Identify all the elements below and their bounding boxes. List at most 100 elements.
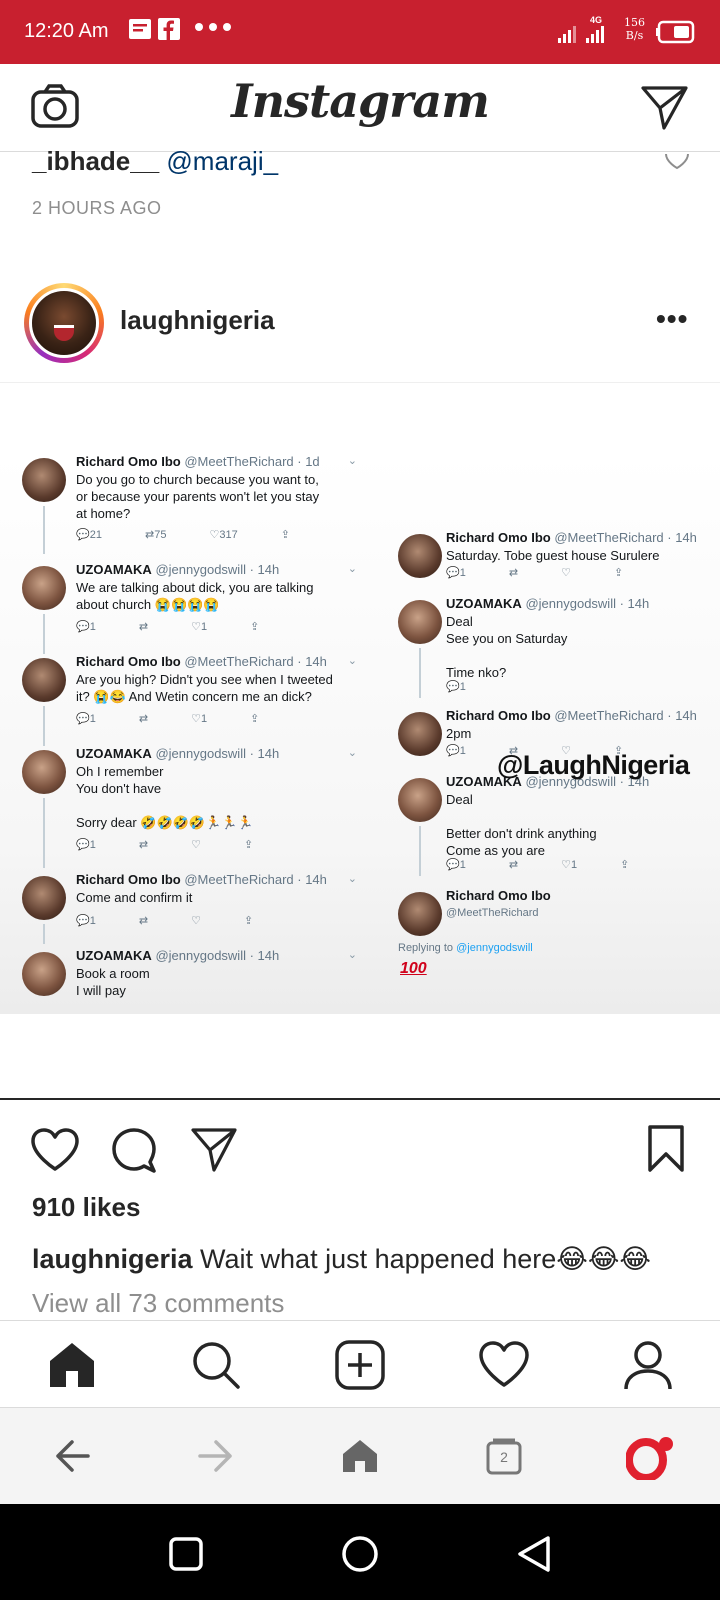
search-icon[interactable]	[190, 1339, 242, 1391]
status-time: 12:20 Am	[24, 20, 109, 42]
tweet-header: UZOAMAKA @jennygodswill · 14h	[446, 596, 650, 611]
speed-unit: B/s	[625, 29, 644, 42]
tweet: Richard Omo Ibo @MeetTheRichard · 14h Sa…	[398, 530, 697, 586]
tweet: Richard Omo Ibo @MeetTheRichard · 1d ⌄ D…	[22, 454, 357, 554]
chevron-down-icon: ⌄	[347, 873, 357, 885]
more-notifications-icon	[194, 20, 232, 38]
tweet-actions: 💬1 ⇄ ♡ ⇪	[76, 839, 254, 851]
caption-username[interactable]: laughnigeria	[32, 1244, 193, 1274]
tweet-avatar	[398, 534, 442, 578]
recents-square-icon[interactable]	[166, 1534, 206, 1574]
tweet-body: We are talking about dick, you are talki…	[76, 580, 314, 612]
tweet-header: UZOAMAKA @jennygodswill · 14h	[76, 562, 280, 577]
tweet: Richard Omo Ibo @MeetTheRichard	[398, 888, 694, 938]
previous-caption-user[interactable]: _ibhade__	[32, 146, 159, 176]
tabs-icon[interactable]: 2	[484, 1436, 524, 1476]
comment-like-icon[interactable]	[664, 153, 690, 175]
tweet-avatar	[22, 876, 66, 920]
chevron-down-icon: ⌄	[347, 655, 357, 667]
network-speed: 156 B/s	[624, 16, 645, 42]
tweet: UZOAMAKA @jennygodswill · 14h Deal See y…	[398, 596, 694, 698]
tweet-header: UZOAMAKA @jennygodswill · 14h	[76, 746, 280, 761]
previous-post-time: 2 HOURS AGO	[32, 198, 162, 218]
tweet-actions: 💬1	[446, 681, 466, 693]
tweet-header: Richard Omo Ibo @MeetTheRichard · 14h	[76, 654, 327, 669]
tweet-header: Richard Omo Ibo	[446, 888, 551, 903]
speed-value: 156	[624, 16, 645, 29]
battery-icon	[656, 20, 696, 49]
tweet-avatar	[398, 600, 442, 644]
post-username[interactable]: laughnigeria	[120, 305, 275, 336]
home-icon[interactable]	[46, 1339, 98, 1391]
forward-arrow-icon[interactable]	[196, 1436, 236, 1476]
tweet-screenshot: Richard Omo Ibo @MeetTheRichard · 1d ⌄ D…	[0, 454, 720, 1014]
tweet-avatar	[22, 658, 66, 702]
direct-send-icon[interactable]	[640, 84, 690, 135]
tweet-body: Deal See you on Saturday Time nko?	[446, 614, 568, 680]
tweet: UZOAMAKA @jennygodswill · 14h Deal Bette…	[398, 774, 694, 876]
tweet-body: Deal Better don't drink anything Come as…	[446, 792, 597, 858]
tweet-avatar	[22, 952, 66, 996]
reply-to: Replying to @jennygodswill	[398, 942, 533, 954]
app-header: Instagram	[0, 64, 720, 152]
chevron-down-icon: ⌄	[347, 949, 357, 961]
tweet-header: Richard Omo Ibo @MeetTheRichard · 14h	[446, 708, 697, 723]
tweet-body: Are you high? Didn't you see when I twee…	[76, 672, 333, 704]
hundred-emoji: 100	[400, 960, 427, 977]
tweet-actions: 💬1 ⇄ ♡1 ⇪	[76, 713, 260, 725]
profile-icon[interactable]	[622, 1339, 674, 1391]
bottom-tab-bar	[0, 1320, 720, 1408]
tweet: UZOAMAKA @jennygodswill · 14h ⌄ Oh I rem…	[22, 746, 357, 868]
tweet-actions: 💬21 ⇄75 ♡317 ⇪	[76, 529, 290, 541]
save-bookmark-icon[interactable]	[646, 1124, 686, 1179]
signal-icon	[558, 22, 618, 49]
back-triangle-icon[interactable]	[514, 1534, 554, 1574]
tweet-actions: 💬1 ⇄ ♡1 ⇪	[76, 621, 260, 633]
android-nav-bar	[0, 1504, 720, 1600]
chevron-down-icon: ⌄	[347, 563, 357, 575]
tweet: UZOAMAKA @jennygodswill · 14h ⌄ We are t…	[22, 562, 357, 654]
story-ring[interactable]	[24, 283, 104, 363]
tweet-body: Saturday. Tobe guest house Surulere	[446, 548, 660, 563]
tweet-header: UZOAMAKA @jennygodswill · 14h	[76, 948, 280, 963]
post-header: laughnigeria •••	[0, 275, 720, 383]
tweet: Richard Omo Ibo @MeetTheRichard · 14h ⌄ …	[22, 654, 357, 746]
network-type: 4G	[590, 15, 603, 25]
tweet-actions: 💬1 ⇄ ♡ ⇪	[76, 915, 254, 927]
tweet-body: Come and confirm it	[76, 890, 193, 905]
tweet-header: Richard Omo Ibo @MeetTheRichard · 14h	[446, 530, 697, 545]
more-options-icon[interactable]: •••	[656, 303, 688, 335]
tweet-avatar	[22, 458, 66, 502]
tweet: Richard Omo Ibo @MeetTheRichard · 14h ⌄ …	[22, 872, 357, 944]
avatar[interactable]	[29, 288, 99, 358]
tweet-body: 2pm	[446, 726, 472, 741]
status-bar: 12:20 Am 4G 156 B/s	[0, 0, 720, 64]
tweet-body: Oh I remember You don't have Sorry dear …	[76, 764, 254, 830]
facebook-notification-icon	[158, 18, 180, 45]
previous-caption-mention[interactable]: @maraji_	[166, 146, 278, 176]
back-arrow-icon[interactable]	[52, 1436, 92, 1476]
tweet-handle: @MeetTheRichard	[446, 907, 539, 919]
tab-count: 2	[500, 1449, 508, 1465]
tweet-avatar	[398, 778, 442, 822]
tweet-header: Richard Omo Ibo @MeetTheRichard · 1d	[76, 454, 320, 469]
previous-post-caption: _ibhade__ @maraji_	[32, 146, 278, 177]
home-circle-icon[interactable]	[340, 1534, 380, 1574]
browser-home-icon[interactable]	[340, 1436, 380, 1476]
activity-heart-icon[interactable]	[478, 1339, 530, 1391]
tweet-header: Richard Omo Ibo @MeetTheRichard · 14h	[76, 872, 327, 887]
view-all-comments[interactable]: View all 73 comments	[32, 1288, 284, 1318]
chevron-down-icon: ⌄	[347, 747, 357, 759]
tweet-body: Do you go to church because you want to,…	[76, 472, 320, 521]
likes-count[interactable]: 910 likes	[32, 1192, 140, 1223]
opera-menu-icon[interactable]	[625, 1436, 673, 1482]
comment-icon[interactable]	[110, 1126, 158, 1179]
like-icon[interactable]	[30, 1128, 80, 1177]
post-caption: laughnigeria Wait what just happened her…	[32, 1244, 651, 1275]
share-icon[interactable]	[190, 1126, 238, 1177]
tweet-avatar	[22, 566, 66, 610]
tweet-avatar	[398, 892, 442, 936]
post-image[interactable]: Richard Omo Ibo @MeetTheRichard · 1d ⌄ D…	[0, 384, 720, 1100]
new-post-icon[interactable]	[334, 1339, 386, 1391]
tweet-avatar	[398, 712, 442, 756]
